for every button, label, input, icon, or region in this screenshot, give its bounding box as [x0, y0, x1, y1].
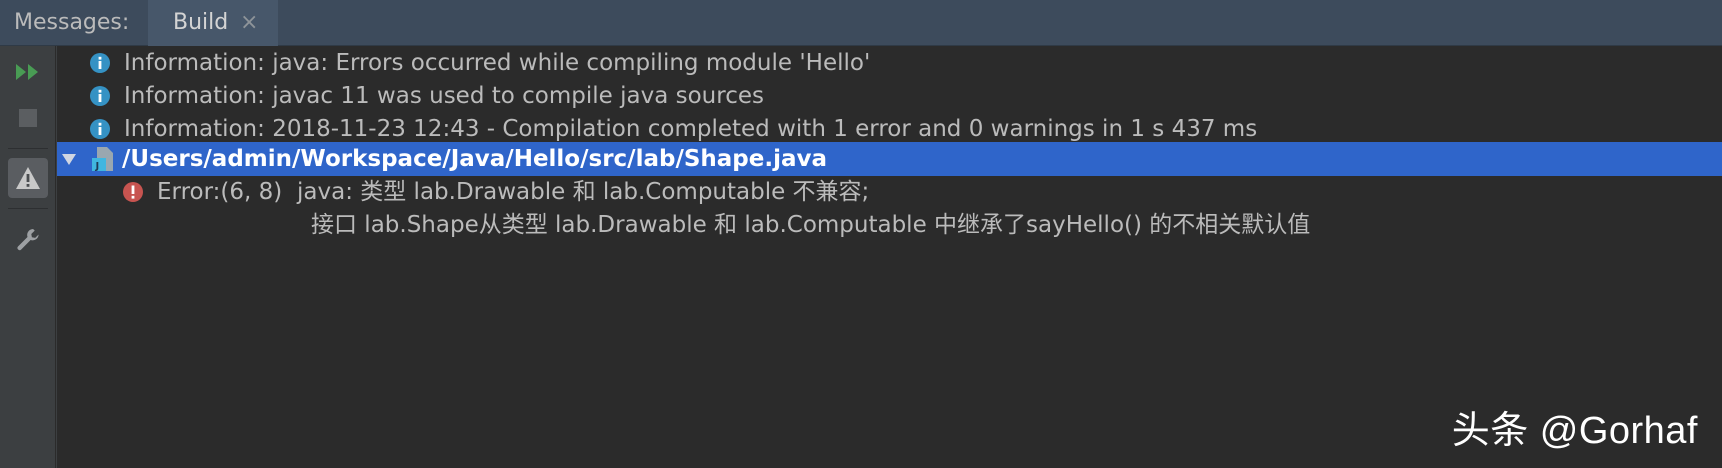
info-icon	[90, 119, 110, 139]
rerun-button[interactable]	[8, 52, 48, 92]
message-row-info[interactable]: Information: 2018-11-23 12:43 - Compilat…	[57, 112, 1722, 146]
messages-title: Messages:	[14, 10, 130, 35]
svg-text:J: J	[95, 161, 100, 172]
show-warnings-toggle[interactable]	[8, 158, 48, 198]
messages-tree: Information: java: Errors occurred while…	[57, 46, 1722, 468]
error-message-line1: java: 类型 lab.Drawable 和 lab.Computable 不…	[297, 179, 870, 205]
message-text: Information: 2018-11-23 12:43 - Compilat…	[124, 116, 1258, 142]
settings-button[interactable]	[8, 220, 48, 260]
info-icon	[90, 53, 110, 73]
watermark: 头条 @Gorhaf	[1451, 410, 1698, 452]
stop-icon	[19, 109, 37, 127]
toolbar-divider	[8, 208, 48, 209]
wrench-icon	[17, 229, 39, 251]
rerun-icon	[16, 64, 38, 80]
tab-build-label: Build	[173, 10, 229, 35]
warning-icon	[16, 167, 40, 189]
info-icon	[90, 86, 110, 106]
chevron-down-icon[interactable]	[61, 152, 77, 166]
error-message-line2: 接口 lab.Shape从类型 lab.Drawable 和 lab.Compu…	[311, 212, 1311, 238]
tool-window-header: Messages: Build ×	[0, 0, 1722, 46]
message-row-info[interactable]: Information: java: Errors occurred while…	[57, 46, 1722, 80]
error-icon	[123, 182, 143, 202]
toolbar-divider	[8, 148, 48, 149]
tab-build[interactable]: Build ×	[148, 0, 278, 46]
stop-button[interactable]	[8, 98, 48, 138]
left-toolbar	[0, 46, 56, 468]
message-row-info[interactable]: Information: javac 11 was used to compil…	[57, 79, 1722, 113]
java-file-icon: J	[92, 147, 113, 172]
build-tool-window: Messages: Build × Information: java: Err…	[0, 0, 1722, 468]
message-text: Information: java: Errors occurred while…	[124, 50, 871, 76]
file-node-row[interactable]: J /Users/admin/Workspace/Java/Hello/src/…	[57, 142, 1722, 176]
error-continuation-row: 接口 lab.Shape从类型 lab.Drawable 和 lab.Compu…	[57, 208, 1722, 242]
error-row[interactable]: Error:(6, 8) java: 类型 lab.Drawable 和 lab…	[57, 175, 1722, 209]
message-text: Information: javac 11 was used to compil…	[124, 83, 764, 109]
error-location: Error:(6, 8)	[157, 179, 283, 205]
close-icon[interactable]: ×	[240, 8, 258, 38]
file-path: /Users/admin/Workspace/Java/Hello/src/la…	[122, 146, 828, 172]
